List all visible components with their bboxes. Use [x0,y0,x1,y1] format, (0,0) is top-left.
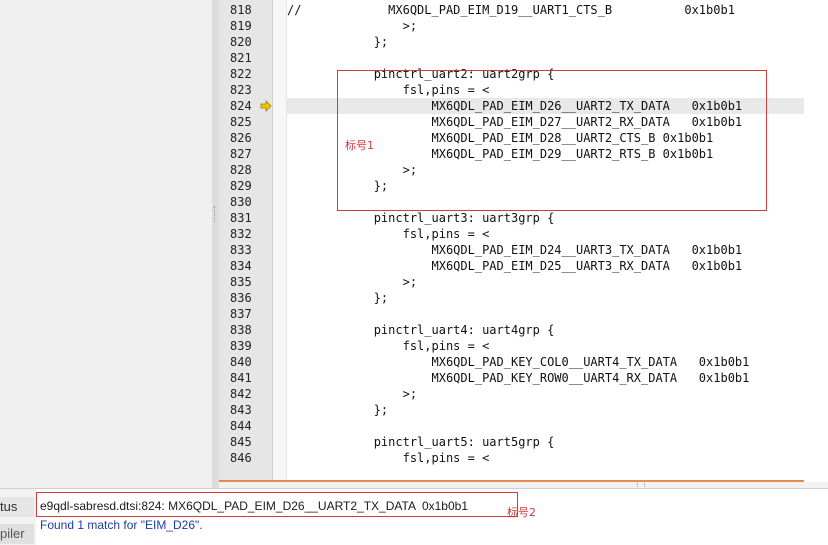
code-line[interactable]: >; [287,386,417,402]
annotation-label-2: 标号2 [507,506,536,519]
line-number: 841 [230,371,252,385]
line-number: 820 [230,35,252,49]
line-number: 842 [230,387,252,401]
code-line[interactable]: pinctrl_uart5: uart5grp { [287,434,555,450]
line-number: 838 [230,323,252,337]
line-number: 840 [230,355,252,369]
line-number: 825 [230,115,252,129]
tab-status[interactable]: tus [0,497,34,517]
code-line[interactable]: pinctrl_uart4: uart4grp { [287,322,555,338]
code-line[interactable]: >; [287,274,417,290]
line-number: 845 [230,435,252,449]
arrow-right-icon [260,100,272,112]
splitter-grip[interactable] [214,206,217,222]
fold-margin[interactable] [273,0,287,480]
line-number: 833 [230,243,252,257]
annotation-box-1 [337,70,767,211]
pane-splitter[interactable] [212,0,219,488]
code-line[interactable]: }; [287,34,388,50]
line-number: 837 [230,307,252,321]
scrollbar-grip[interactable] [637,483,645,487]
line-number: 822 [230,67,252,81]
code-line[interactable]: MX6QDL_PAD_KEY_COL0__UART4_TX_DATA 0x1b0… [287,354,749,370]
code-line[interactable]: pinctrl_uart3: uart3grp { [287,210,555,226]
line-number: 834 [230,259,252,273]
code-line[interactable]: fsl,pins = < [287,226,490,242]
line-number: 836 [230,291,252,305]
line-number: 823 [230,83,252,97]
line-number: 819 [230,19,252,33]
code-line[interactable]: fsl,pins = < [287,338,490,354]
code-line[interactable]: MX6QDL_PAD_EIM_D24__UART3_TX_DATA 0x1b0b… [287,242,742,258]
line-number: 827 [230,147,252,161]
code-line[interactable]: >; [287,18,417,34]
line-number: 826 [230,131,252,145]
code-line[interactable]: fsl,pins = < [287,450,490,466]
line-number: 829 [230,179,252,193]
code-line[interactable]: }; [287,402,388,418]
line-number: 839 [230,339,252,353]
line-number: 818 [230,3,252,17]
line-number: 830 [230,195,252,209]
line-number: 824 [230,99,252,113]
line-number: 835 [230,275,252,289]
code-line[interactable]: MX6QDL_PAD_KEY_ROW0__UART4_RX_DATA 0x1b0… [287,370,749,386]
code-line[interactable]: }; [287,290,388,306]
editor-right-margin [804,0,828,480]
line-number: 832 [230,227,252,241]
line-number: 846 [230,451,252,465]
line-number: 831 [230,211,252,225]
line-number: 843 [230,403,252,417]
file-browser-pane [0,0,212,488]
line-number: 828 [230,163,252,177]
line-number: 821 [230,51,252,65]
annotation-label-1: 标号1 [345,139,374,152]
annotation-box-2 [36,492,518,517]
code-line[interactable]: MX6QDL_PAD_EIM_D25__UART3_RX_DATA 0x1b0b… [287,258,742,274]
code-line[interactable]: // MX6QDL_PAD_EIM_D19__UART1_CTS_B 0x1b0… [287,2,735,18]
tab-compiler[interactable]: piler [0,524,34,544]
search-result-message[interactable]: Found 1 match for "EIM_D26". [40,518,203,532]
line-number: 844 [230,419,252,433]
line-number-gutter: 818 819 820 821 822 823 824 825 826 827 828 829 830 8… [219,0,273,480]
